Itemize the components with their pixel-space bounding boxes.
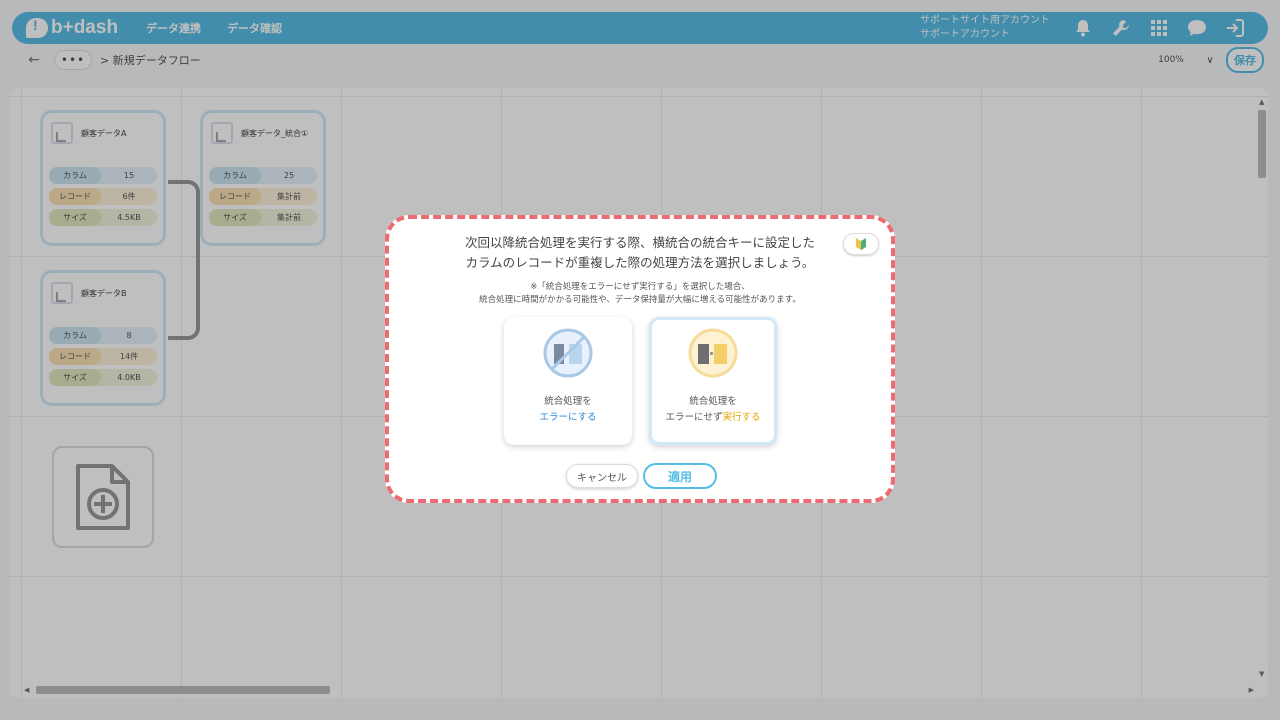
option-execute-accent: 実行する [722,412,761,423]
option-execute-plain: エラーにせず [665,412,723,423]
option-execute-line2: エラーにせず実行する [652,409,774,423]
execute-merge-icon [688,328,738,378]
dialog-question: 次回以降統合処理を実行する際、横統合の統合キーに設定した カラムのレコードが重複… [389,233,891,273]
option-execute[interactable]: 統合処理を エラーにせず実行する [649,317,777,445]
beginner-mark-button[interactable] [843,233,879,255]
apply-button[interactable]: 適用 [643,463,717,489]
error-merge-icon [543,328,593,378]
option-execute-line1: 統合処理を [689,396,737,407]
duplicate-key-dialog: 次回以降統合処理を実行する際、横統合の統合キーに設定した カラムのレコードが重複… [385,215,895,503]
question-line1: 次回以降統合処理を実行する際、横統合の統合キーに設定した [464,235,815,250]
question-line2: カラムのレコードが重複した際の処理方法を選択しましょう。 [465,255,815,270]
note-line1: ※「統合処理をエラーにせず実行する」を選択した場合、 [530,282,750,292]
beginner-mark-icon [856,238,866,250]
cancel-button[interactable]: キャンセル [566,464,638,488]
note-line2: 統合処理に時間がかかる可能性や、データ保持量が大幅に増える可能性があります。 [479,295,801,305]
option-error-line2: エラーにする [539,412,597,423]
dialog-note: ※「統合処理をエラーにせず実行する」を選択した場合、 統合処理に時間がかかる可能… [389,281,891,307]
option-error-line1: 統合処理を [544,396,592,407]
option-error[interactable]: 統合処理を エラーにする [504,317,632,445]
